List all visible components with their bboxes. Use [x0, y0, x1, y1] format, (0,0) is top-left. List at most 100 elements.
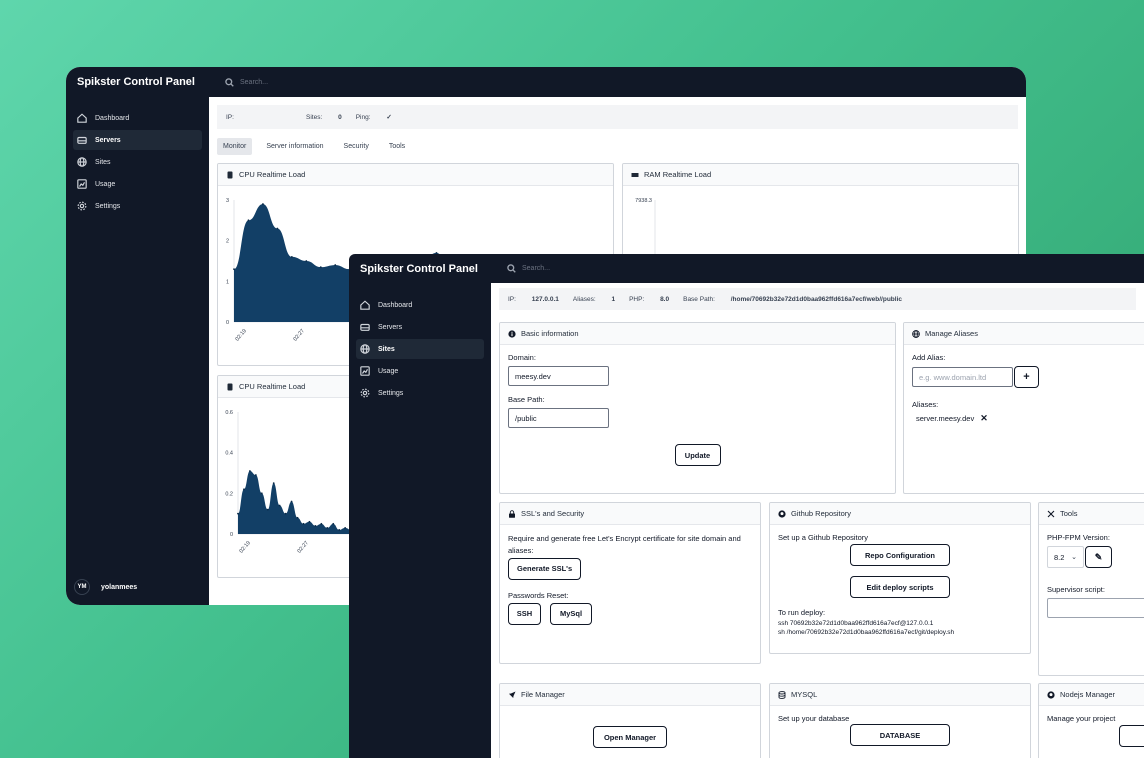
- card-header: Basic information: [500, 323, 895, 345]
- card-body: Domain: meesy.dev Base Path: /public Upd…: [500, 345, 895, 474]
- alias-input[interactable]: e.g. www.domain.ltd: [912, 367, 1013, 387]
- database-button[interactable]: DATABASE: [850, 724, 950, 746]
- path-label: Base Path:: [683, 295, 715, 303]
- tab-security[interactable]: Security: [338, 138, 375, 155]
- data-point: [308, 520, 311, 523]
- generate-ssl-button[interactable]: Generate SSL's: [508, 558, 582, 580]
- run-deploy-label: To run deploy:: [778, 608, 826, 617]
- tab-monitor[interactable]: Monitor: [217, 138, 253, 155]
- card-title: CPU Realtime Load: [239, 382, 306, 391]
- mysql-setup-text: Set up your database: [778, 714, 850, 723]
- update-button[interactable]: Update: [674, 444, 721, 466]
- nodejs-button[interactable]: [1119, 725, 1144, 747]
- y-tick-label: 2: [226, 239, 229, 245]
- search-input[interactable]: Search...: [240, 79, 268, 86]
- brand-title: Spikster Control Panel: [360, 263, 478, 275]
- ssh-reset-button[interactable]: SSH: [508, 603, 541, 625]
- card-title: SSL's and Security: [521, 509, 585, 518]
- data-point: [237, 512, 239, 515]
- ip-label: IP:: [226, 113, 234, 121]
- sidebar-item-settings[interactable]: Settings: [356, 383, 484, 403]
- supervisor-label: Supervisor script:: [1047, 585, 1105, 594]
- edit-php-button[interactable]: ✎: [1085, 546, 1112, 568]
- gear-icon: [360, 388, 370, 398]
- php-version-select[interactable]: 8.2 ⌄: [1047, 546, 1084, 568]
- github-icon: [1047, 690, 1055, 699]
- sidebar-item-sites[interactable]: Sites: [356, 339, 484, 359]
- supervisor-input[interactable]: [1047, 598, 1144, 618]
- user-menu[interactable]: YM yolanmees: [74, 579, 137, 595]
- base-path-label: Base Path:: [508, 395, 545, 404]
- path-value: /home/70692b32e72d1d0baa962ffd616a7ecf/w…: [730, 295, 902, 303]
- tab-tools[interactable]: Tools: [383, 138, 411, 155]
- card-title: RAM Realtime Load: [644, 170, 712, 179]
- data-point: [290, 256, 293, 258]
- github-card: Github Repository Set up a Github Reposi…: [769, 502, 1031, 654]
- data-point: [249, 470, 251, 472]
- card-header: SSL's and Security: [500, 503, 760, 525]
- card-header: MYSQL: [770, 684, 1030, 706]
- sidebar-item-servers[interactable]: Servers: [356, 317, 484, 337]
- y-tick-label: 0.6: [225, 410, 233, 416]
- data-point: [278, 504, 281, 507]
- sidebar-item-sites[interactable]: Sites: [73, 152, 202, 172]
- edit-deploy-scripts-button[interactable]: Edit deploy scripts: [850, 576, 950, 598]
- add-alias-label: Add Alias:: [912, 353, 946, 362]
- sidebar-item-servers[interactable]: Servers: [73, 130, 202, 150]
- x-tick-label: 02:19: [239, 540, 252, 554]
- globe-icon: [912, 329, 920, 338]
- sidebar-item-label: Settings: [378, 389, 404, 397]
- deploy-command-sh: sh /home/70692b32e72d1d0baa962ffd616a7ec…: [778, 629, 955, 636]
- sidebar-item-label: Usage: [378, 367, 399, 375]
- y-tick-label: 1: [226, 279, 229, 285]
- php-info: PHP: 8.0: [629, 296, 669, 303]
- nodejs-text: Manage your project: [1047, 714, 1116, 723]
- card-body: Open Manager: [500, 706, 760, 756]
- sidebar-item-usage[interactable]: Usage: [356, 361, 484, 381]
- info-icon: [508, 329, 516, 338]
- data-point: [233, 268, 235, 271]
- x-tick-label: 02:27: [293, 328, 306, 342]
- database-icon: [778, 690, 786, 699]
- card-header: CPU Realtime Load: [218, 164, 613, 186]
- sidebar-item-dashboard[interactable]: Dashboard: [73, 108, 202, 128]
- card-body: Set up your database DATABASE: [770, 706, 1030, 754]
- card-body: PHP-FPM Version: 8.2 ⌄ ✎ Supervisor scri…: [1039, 525, 1144, 626]
- sidebar-item-label: Sites: [95, 158, 111, 166]
- tab-server-information[interactable]: Server information: [260, 138, 329, 155]
- data-point: [314, 524, 317, 527]
- server-icon: [360, 323, 370, 331]
- repo-configuration-button[interactable]: Repo Configuration: [850, 544, 950, 566]
- y-tick-label: 3: [226, 198, 229, 204]
- search-input[interactable]: Search...: [522, 265, 550, 272]
- base-path-input[interactable]: /public: [508, 408, 609, 428]
- open-manager-button[interactable]: Open Manager: [593, 726, 667, 748]
- sidebar-item-usage[interactable]: Usage: [73, 174, 202, 194]
- card-title: Github Repository: [791, 509, 852, 518]
- mysql-reset-button[interactable]: MySql: [550, 603, 592, 625]
- server-info-bar: IP: Sites: 0 Ping: ✓: [217, 105, 1018, 129]
- manage-aliases-card: Manage Aliases Add Alias: e.g. www.domai…: [903, 322, 1144, 494]
- domain-input[interactable]: meesy.dev: [508, 366, 609, 386]
- avatar: YM: [74, 579, 90, 595]
- card-title: Tools: [1060, 509, 1078, 518]
- php-version-value: 8.2: [1054, 552, 1065, 562]
- ip-value: 127.0.0.1: [531, 295, 559, 303]
- php-fpm-label: PHP-FPM Version:: [1047, 533, 1110, 542]
- remove-alias-icon[interactable]: ✕: [980, 413, 988, 424]
- sidebar: Spikster Control Panel Dashboard Servers…: [66, 67, 209, 605]
- card-body: Require and generate free Let's Encrypt …: [500, 525, 760, 633]
- sidebar-item-settings[interactable]: Settings: [73, 196, 202, 216]
- card-body: Add Alias: e.g. www.domain.ltd + Aliases…: [904, 345, 1144, 432]
- github-icon: [778, 509, 786, 518]
- add-alias-button[interactable]: +: [1014, 366, 1039, 388]
- sidebar-item-dashboard[interactable]: Dashboard: [356, 295, 484, 315]
- aliases-info: Aliases: 1: [573, 296, 615, 303]
- aliases-label: Aliases:: [572, 295, 596, 303]
- server-icon: [77, 136, 87, 144]
- data-point: [320, 522, 323, 525]
- github-setup-text: Set up a Github Repository: [778, 533, 869, 542]
- data-point: [334, 264, 337, 266]
- home-icon: [77, 113, 87, 123]
- chart-icon: [77, 179, 87, 189]
